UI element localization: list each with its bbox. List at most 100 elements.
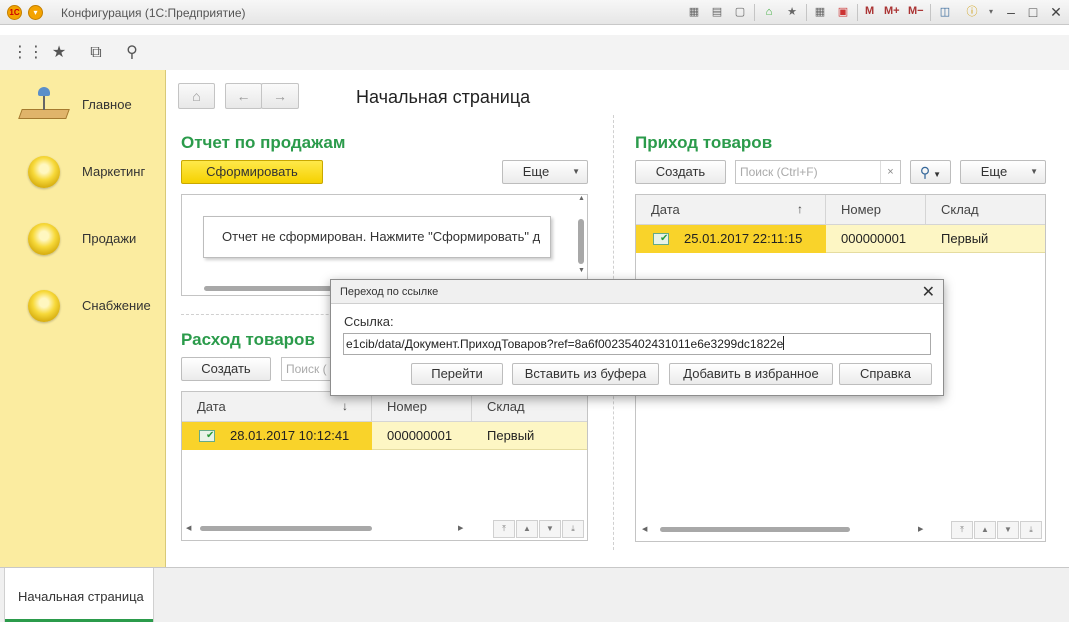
scroll-right-icon[interactable]: ▶ [918,525,923,533]
main-menu-icon[interactable]: ▾ [28,5,43,20]
chevron-down-icon: ▼ [933,170,942,179]
goto-link-dialog: Переход по ссылке ✕ Ссылка: e1cib/data/Д… [330,279,944,396]
sidebar-item-purchasing[interactable]: Снабжение [0,276,165,336]
report-not-generated-note: Отчет не сформирован. Нажмите "Сформиров… [203,216,551,258]
add-to-favorites-button[interactable]: Добавить в избранное [669,363,833,385]
forward-button[interactable]: → [261,83,299,109]
home-button[interactable]: ⌂ [178,83,215,109]
tab-label: Начальная страница [18,589,144,604]
scroll-first-icon[interactable]: ⤒ [493,520,515,538]
memory-minus-button[interactable]: M− [908,5,924,17]
scroll-last-icon[interactable]: ⤓ [562,520,584,538]
goods-in-more-button[interactable]: Еще ▼ [960,160,1046,184]
search-icon: ⚲ [919,164,931,180]
sidebar-item-label: Продажи [82,231,137,246]
main-toolbar: ⋮⋮ ★ ⧉ ⚲ [0,35,1069,70]
close-icon[interactable]: ✕ [1045,3,1067,21]
goods-in-create-button[interactable]: Создать [635,160,726,184]
calculator-icon[interactable]: ▦ [812,4,828,20]
link-input[interactable]: e1cib/data/Документ.ПриходТоваров?ref=8a… [343,333,931,355]
scroll-up-icon[interactable]: ▲ [578,195,585,202]
tab-home-page[interactable]: Начальная страница [4,568,154,622]
scroll-left-icon[interactable]: ◀ [642,525,647,533]
goods-in-search-input[interactable]: Поиск (Ctrl+F) × [735,160,901,184]
print-icon[interactable]: ▤ [709,4,725,20]
info-icon[interactable]: ⓘ [964,4,980,20]
scroll-last-icon[interactable]: ⤓ [1020,521,1042,539]
window-title: Конфигурация (1С:Предприятие) [61,6,246,20]
generate-report-button[interactable]: Сформировать [181,160,323,184]
column-header-warehouse[interactable]: Склад [926,195,1045,225]
column-header-warehouse[interactable]: Склад [472,392,587,422]
panels-icon[interactable]: ◫ [937,4,953,20]
posted-document-icon [199,430,215,442]
table-header: Дата ↓ Номер Склад [182,392,587,422]
home-icon[interactable]: ⌂ [761,4,777,20]
clear-search-icon[interactable]: × [880,161,900,183]
scroll-left-icon[interactable]: ◀ [186,524,191,532]
table-header: Дата ↑ Номер Склад [636,195,1045,225]
horizontal-scrollbar[interactable] [200,526,372,531]
more-label: Еще [980,164,1008,179]
goods-out-title: Расход товаров [181,330,315,349]
sales-more-button[interactable]: Еще ▼ [502,160,588,184]
close-icon[interactable]: ✕ [922,282,935,302]
sidebar-item-label: Снабжение [82,298,151,313]
table-row[interactable]: 28.01.2017 10:12:41 000000001 Первый [182,422,587,450]
column-header-number[interactable]: Номер [826,195,926,225]
horizontal-scrollbar[interactable] [204,286,334,291]
calendar-icon[interactable]: ▣ [835,4,851,20]
chevron-down-icon: ▼ [1030,167,1038,176]
separator [806,4,807,21]
link-label: Ссылка: [344,314,394,329]
memory-plus-button[interactable]: M+ [884,5,900,17]
scroll-page-up-icon[interactable]: ▲ [974,521,996,539]
save-icon[interactable]: ▦ [686,4,702,20]
scroll-page-down-icon[interactable]: ▼ [539,520,561,538]
apps-grid-icon[interactable]: ⋮⋮ [12,43,44,63]
help-button[interactable]: Справка [839,363,932,385]
paste-from-clipboard-button[interactable]: Вставить из буфера [512,363,659,385]
scroll-page-down-icon[interactable]: ▼ [997,521,1019,539]
scroll-thumb[interactable] [578,219,584,264]
preview-icon[interactable]: ▢ [732,4,748,20]
scroll-page-up-icon[interactable]: ▲ [516,520,538,538]
search-icon[interactable]: ⚲ [122,43,142,63]
posted-document-icon [653,233,669,245]
desk-lamp-icon [18,87,70,127]
favorites-star-icon[interactable]: ★ [49,43,69,63]
chevron-down-icon[interactable]: ▾ [983,4,999,20]
sidebar-item-marketing[interactable]: Маркетинг [0,142,165,202]
bookmark-icon[interactable]: ★ [784,4,800,20]
sort-asc-icon: ↑ [797,202,803,216]
title-bar: 1С ▾ Конфигурация (1С:Предприятие) ▦ ▤ ▢… [0,0,1069,25]
memory-m-button[interactable]: M [865,5,874,17]
goods-out-table: Дата ↓ Номер Склад 28.01.2017 10:12:41 0… [181,391,588,541]
sidebar-item-main[interactable]: Главное [0,75,165,135]
back-button[interactable]: ← [225,83,262,109]
horizontal-scrollbar[interactable] [660,527,850,532]
chevron-down-icon: ▼ [572,167,580,176]
sidebar-item-sales[interactable]: Продажи [0,209,165,269]
yellow-ball-icon [28,290,60,322]
history-icon[interactable]: ⧉ [86,43,106,63]
scroll-down-icon[interactable]: ▼ [578,267,585,274]
column-header-number[interactable]: Номер [372,392,472,422]
table-row[interactable]: 25.01.2017 22:11:15 000000001 Первый [636,225,1045,253]
cell-warehouse: Первый [487,428,535,443]
cell-number: 000000001 [841,231,907,246]
vertical-scrollbar[interactable]: ▲ ▼ [578,195,585,281]
table-footer: ◀ ▶ ⤒ ▲ ▼ ⤓ [636,519,1045,541]
sections-panel: Главное Маркетинг Продажи Снабжение [0,70,166,567]
go-button[interactable]: Перейти [411,363,503,385]
goods-out-create-button[interactable]: Создать [181,357,271,381]
dialog-header: Переход по ссылке ✕ [331,280,943,304]
page-title: Начальная страница [356,87,531,107]
scroll-first-icon[interactable]: ⤒ [951,521,973,539]
minimize-icon[interactable]: – [1000,3,1022,21]
scroll-right-icon[interactable]: ▶ [458,524,463,532]
separator [754,4,755,21]
maximize-icon[interactable]: □ [1022,3,1044,21]
app-logo-icon[interactable]: 1С [7,5,22,20]
search-options-button[interactable]: ⚲ ▼ [910,160,951,184]
